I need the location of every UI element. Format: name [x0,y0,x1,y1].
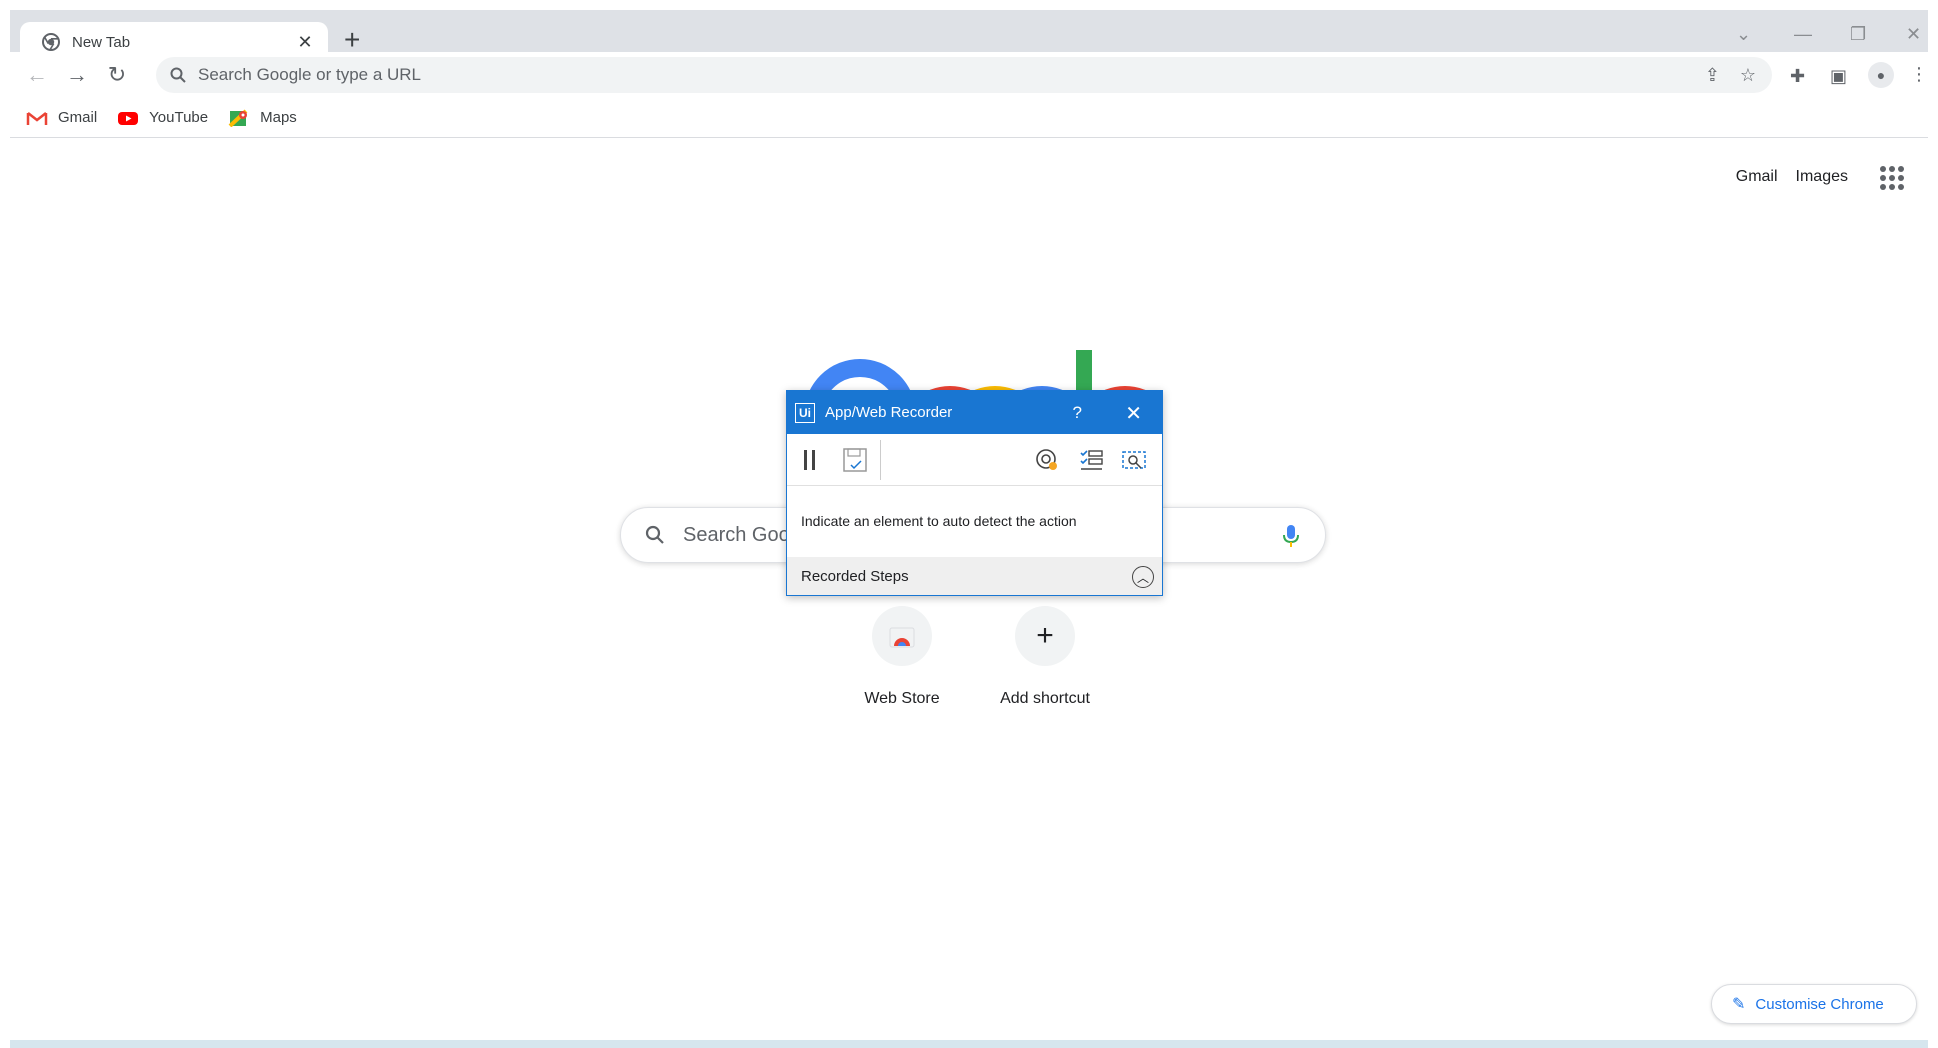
close-tab-icon[interactable]: ✕ [294,32,316,53]
ntp-top-links: Gmail Images [1736,168,1848,186]
youtube-icon [118,111,139,125]
gmail-link[interactable]: Gmail [1736,168,1778,186]
forward-icon[interactable]: → [64,62,90,88]
microphone-icon[interactable] [1283,524,1299,548]
menu-icon[interactable]: ⋮ [1910,64,1928,85]
bookmark-gmail[interactable]: Gmail [26,109,97,127]
omnibox-placeholder: Search Google or type a URL [198,65,422,84]
pencil-icon: ✎ [1732,996,1746,1013]
toolbar-divider [880,440,881,480]
webstore-icon [872,606,932,666]
tab-strip: New Tab ✕ + ⌄ — ❐ ✕ [10,10,1928,62]
tab-search-icon[interactable]: ⌄ [1736,24,1751,45]
customise-label: Customise Chrome [1755,995,1884,1013]
recorder-message: Indicate an element to auto detect the a… [801,513,1077,529]
bookmark-label: Maps [260,109,297,126]
bookmark-maps[interactable]: Maps [228,109,297,127]
uipath-logo-icon: Ui [795,402,815,423]
reload-icon[interactable]: ↻ [104,62,130,88]
recorder-toolbar [787,434,1162,486]
shortcut-web-store[interactable]: Web Store [832,606,972,708]
recorder-title: App/Web Recorder [825,404,953,421]
extensions-icon[interactable]: ✚ [1790,66,1805,87]
search-icon [645,525,664,544]
bookmarks-bar: Gmail YouTube Maps [10,98,1928,138]
close-icon[interactable]: ✕ [1125,401,1142,426]
target-icon[interactable] [1035,448,1059,472]
bookmark-label: Gmail [58,109,98,126]
shortcut-label: Add shortcut [1000,690,1090,707]
profile-avatar[interactable]: ● [1868,62,1894,88]
chrome-icon [42,33,60,51]
toolbar: ← → ↻ Search Google or type a URL ⇪ ☆ ✚ … [10,52,1928,98]
gmail-icon [26,111,48,125]
customise-chrome-button[interactable]: ✎ Customise Chrome [1711,984,1917,1024]
omnibox[interactable]: Search Google or type a URL ⇪ ☆ [156,57,1772,93]
bookmark-star-icon[interactable]: ☆ [1740,65,1756,86]
bookmark-label: YouTube [149,109,209,126]
save-icon[interactable] [843,448,867,472]
close-window-icon[interactable]: ✕ [1906,24,1921,45]
chevron-up-icon[interactable]: ︿ [1132,566,1154,588]
new-tab-button[interactable]: + [344,26,360,54]
search-icon [170,67,186,83]
plus-icon: + [1015,606,1075,666]
help-icon[interactable]: ? [1073,403,1082,423]
taskbar [10,1040,1928,1048]
restore-icon[interactable]: ❐ [1850,24,1866,45]
minimize-icon[interactable]: — [1794,24,1812,45]
recorded-steps-label: Recorded Steps [801,567,909,585]
share-icon[interactable]: ⇪ [1705,65,1720,86]
screen-capture-icon[interactable] [1121,448,1147,472]
shortcut-label: Web Store [864,690,940,707]
maps-icon [228,109,248,127]
tab-title: New Tab [72,33,131,51]
checklist-icon[interactable] [1079,448,1103,472]
recorder-window: Ui App/Web Recorder ? ✕ Indicate an elem… [786,390,1163,596]
bookmark-youtube[interactable]: YouTube [117,109,208,127]
apps-grid-icon[interactable] [1880,166,1904,190]
pause-icon[interactable] [803,449,817,471]
recorder-title-bar[interactable]: Ui App/Web Recorder ? ✕ [787,391,1162,434]
shortcut-add[interactable]: + Add shortcut [975,606,1115,708]
browser-window: New Tab ✕ + ⌄ — ❐ ✕ ← → ↻ Search Google … [0,0,1938,1048]
back-icon[interactable]: ← [24,62,50,88]
recorded-steps-header[interactable]: Recorded Steps ︿ [787,557,1162,595]
images-link[interactable]: Images [1796,168,1848,186]
side-panel-icon[interactable]: ▣ [1830,66,1847,87]
